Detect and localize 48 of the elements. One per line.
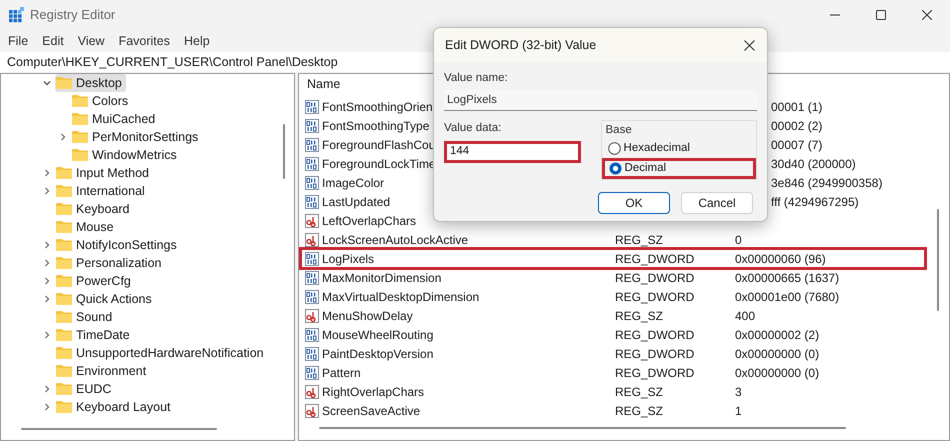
value-name: ForegroundFlashCou <box>322 136 436 154</box>
value-data: 0x00000000 (0) <box>735 346 820 360</box>
value-data: 3 <box>735 384 742 398</box>
value-type: REG_DWORD <box>615 252 694 266</box>
dialog-title: Edit DWORD (32-bit) Value <box>445 36 596 54</box>
value-name: ForegroundLockTime <box>322 156 436 172</box>
value-name: MaxMonitorDimension <box>322 270 442 286</box>
value-data: 0x00000665 (1637) <box>735 270 840 284</box>
value-name: LogPixels <box>322 250 374 268</box>
value-data: 400 <box>735 308 756 322</box>
value-data: 00001 (1) <box>771 100 822 114</box>
value-name: MouseWheelRouting <box>322 326 434 344</box>
field-label: Value name: <box>444 71 509 86</box>
value-data: 0x00000060 (96) <box>735 252 826 266</box>
value-name: FontSmoothingType <box>322 118 430 134</box>
value-name: FontSmoothingOrien <box>322 98 433 116</box>
value-data: 0 <box>735 232 742 246</box>
value-type: REG_DWORD <box>615 290 694 304</box>
value-type: REG_DWORD <box>615 328 694 342</box>
value-type: REG_SZ <box>615 384 664 398</box>
value-data: 0x00001e00 (7680) <box>735 290 840 304</box>
value-name: LeftOverlapChars <box>322 212 416 230</box>
value-data: fff (4294967295) <box>771 194 859 208</box>
value-data: 00007 (7) <box>771 138 822 152</box>
value-type: REG_SZ <box>615 232 664 246</box>
value-data: 3e846 (2949900358) <box>771 176 882 190</box>
value-type: REG_SZ <box>615 308 664 322</box>
value-name: RightOverlapChars <box>322 384 424 400</box>
value-name: MenuShowDelay <box>322 308 413 324</box>
value-data: 30d40 (200000) <box>771 156 856 170</box>
value-type: REG_DWORD <box>615 270 694 284</box>
value-name: Pattern <box>322 364 361 382</box>
value-data: 0x00000000 (0) <box>735 366 820 380</box>
value-type: REG_SZ <box>615 404 664 418</box>
value-name: PaintDesktopVersion <box>322 346 434 362</box>
value-data: 1 <box>735 404 742 418</box>
value-name: LockScreenAutoLockActive <box>322 232 468 248</box>
value-type: REG_DWORD <box>615 366 694 380</box>
value-name: LastUpdated <box>322 194 390 210</box>
value-data: 0x00000002 (2) <box>735 328 820 342</box>
value-name: MaxVirtualDesktopDimension <box>322 288 480 306</box>
value-data: 00002 (2) <box>771 118 822 132</box>
value-type: REG_DWORD <box>615 346 694 360</box>
window-title: Registry Editor <box>30 6 116 24</box>
value-name: ImageColor <box>322 174 384 192</box>
group-label: Base <box>606 123 633 138</box>
field-label: Value data: <box>444 121 502 136</box>
value-name: ScreenSaveActive <box>322 402 420 420</box>
